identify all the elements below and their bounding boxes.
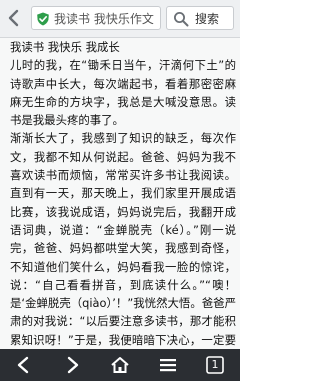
address-bar[interactable]: 我读书 我快乐作文 [31,6,161,30]
search-label: 搜索 [195,12,220,26]
bottom-navigation: 1 [0,349,240,381]
article-content[interactable]: 我读书 我快乐 我成长 儿时的我，在“锄禾日当午，汗滴何下土”的诗歌声中长大，每… [0,38,240,349]
search-icon [174,12,189,27]
home-icon [111,357,129,373]
nav-forward-button[interactable] [48,349,96,381]
nav-forward-icon [67,356,79,374]
menu-button[interactable] [144,349,192,381]
menu-icon [160,359,176,372]
article-paragraph: 渐渐长大了，我感到了知识的缺乏，每次作文，我都不知从何说起。爸爸、妈妈为我不喜欢… [10,131,236,347]
tabs-button[interactable]: 1 [192,349,240,381]
address-text: 我读书 我快乐作文 [54,12,154,26]
article-title: 我读书 我快乐 我成长 [10,40,120,54]
article-paragraph: 儿时的我，在“锄禾日当午，汗滴何下土”的诗歌声中长大，每次端起书，看着那密密麻麻… [10,58,236,128]
nav-back-icon [17,356,29,374]
search-button[interactable]: 搜索 [166,6,234,30]
browser-toolbar: 我读书 我快乐作文 搜索 [0,0,240,38]
back-arrow-icon[interactable] [4,8,24,28]
tab-count: 1 [211,358,219,371]
home-button[interactable] [96,349,144,381]
shield-check-icon [36,11,50,26]
nav-back-button[interactable] [0,349,48,381]
